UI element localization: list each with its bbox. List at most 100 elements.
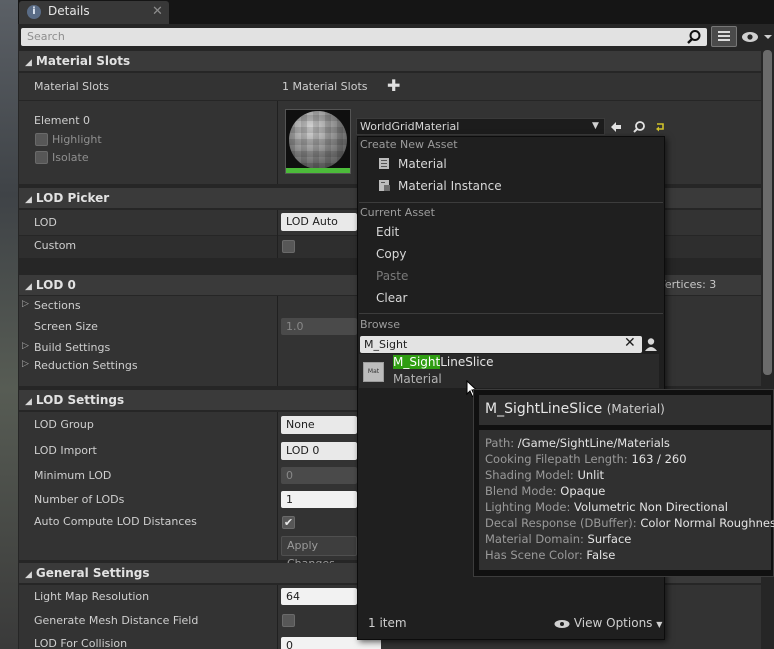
section-material-slots[interactable]: ◢ Material Slots — [19, 51, 761, 71]
light-map-res-field[interactable]: 64 — [281, 588, 357, 605]
menu-separator — [359, 313, 663, 314]
material-slots-label: Material Slots — [34, 80, 109, 93]
thumbnail-asset-color-bar — [286, 168, 350, 173]
material-instance-icon — [379, 180, 390, 191]
tooltip-line: Path: /Game/SightLine/Materials — [485, 436, 670, 450]
isolate-checkbox[interactable] — [35, 151, 48, 164]
view-options-label: View Options — [573, 616, 653, 630]
column-divider — [277, 101, 278, 184]
eye-icon — [554, 619, 570, 628]
browse-search-value: M_Sight — [364, 338, 408, 351]
tooltip-line: Shading Model: Unlit — [485, 468, 605, 482]
browse-search-input[interactable]: M_Sight — [360, 336, 642, 353]
viewport-edge — [0, 0, 18, 649]
add-icon[interactable]: ✚ — [387, 76, 400, 95]
menu-item-clear[interactable]: Clear — [376, 291, 407, 305]
num-lods-value: 1 — [286, 493, 293, 506]
highlight-checkbox[interactable] — [35, 133, 48, 146]
num-lods-label: Number of LODs — [34, 493, 125, 506]
clear-search-icon[interactable]: ✕ — [624, 335, 636, 351]
section-title: LOD Picker — [35, 191, 110, 205]
lod-combo[interactable]: LOD Auto — [281, 213, 357, 231]
lod-group-value: None — [286, 418, 315, 431]
menu-item-edit[interactable]: Edit — [376, 225, 399, 239]
selected-material: WorldGridMaterial — [360, 120, 460, 133]
expand-build-icon[interactable]: ▷ — [22, 341, 29, 351]
chevron-down-icon[interactable]: ▼ — [592, 121, 599, 131]
use-selected-arrow-icon[interactable] — [609, 120, 623, 134]
tooltip-title: M_SightLineSlice (Material) — [485, 401, 665, 417]
list-icon — [718, 31, 730, 41]
lod-import-label: LOD Import — [34, 444, 97, 457]
asset-name-match: M_Sight — [393, 355, 441, 369]
custom-checkbox[interactable] — [282, 240, 295, 253]
screen-size-value: 1.0 — [286, 320, 304, 333]
section-title: LOD 0 — [35, 278, 76, 292]
lod-import-combo[interactable]: LOD 0 — [281, 442, 357, 460]
min-lod-label: Minimum LOD — [34, 469, 112, 482]
current-asset-header: Current Asset — [360, 206, 435, 219]
chevron-down-icon: ▼ — [656, 620, 663, 629]
search-input[interactable] — [21, 28, 707, 46]
lod-group-label: LOD Group — [34, 418, 94, 431]
item-count: 1 item — [368, 616, 407, 630]
build-settings-label: Build Settings — [34, 341, 111, 354]
view-options-button[interactable]: View Options ▼ — [554, 616, 662, 630]
info-icon: i — [27, 5, 41, 19]
gen-mesh-df-checkbox[interactable] — [282, 614, 295, 627]
expand-sections-icon[interactable]: ▷ — [22, 299, 29, 309]
tab-details[interactable] — [19, 1, 169, 24]
column-divider — [277, 296, 278, 386]
column-divider — [277, 210, 278, 258]
gen-mesh-df-label: Generate Mesh Distance Field — [34, 614, 199, 627]
list-view-button[interactable] — [711, 26, 737, 47]
search-icon[interactable] — [686, 29, 702, 45]
lod-collision-label: LOD For Collision — [34, 637, 128, 649]
tooltip-line: Decal Response (DBuffer): Color Normal R… — [485, 516, 774, 530]
tooltip-line: Lighting Mode: Volumetric Non Directiona… — [485, 500, 728, 514]
material-asset-icon: Mat — [363, 362, 384, 382]
min-lod-value: 0 — [286, 469, 293, 482]
min-lod-field: 0 — [281, 467, 357, 484]
lod-group-combo[interactable]: None — [281, 416, 357, 434]
expand-reduction-icon[interactable]: ▷ — [22, 359, 29, 369]
lod-value: LOD Auto — [286, 215, 338, 228]
auto-compute-checkbox[interactable]: ✔ — [282, 516, 295, 529]
light-map-res-value: 64 — [286, 590, 300, 603]
tooltip-line: Material Domain: Surface — [485, 532, 632, 546]
menu-item-copy[interactable]: Copy — [376, 247, 406, 261]
tooltip-line: Has Scene Color: False — [485, 548, 616, 562]
element-label: Element 0 — [34, 114, 91, 127]
lod-label: LOD — [34, 216, 57, 229]
material-slots-count: 1 Material Slots — [282, 80, 368, 93]
menu-item-paste: Paste — [376, 269, 409, 283]
user-filter-icon[interactable] — [644, 337, 658, 352]
create-new-asset-header: Create New Asset — [360, 138, 458, 151]
view-options-eye-button[interactable] — [741, 29, 773, 45]
tooltip-line: Cooking Filepath Length: 163 / 260 — [485, 452, 687, 466]
section-title: Material Slots — [35, 54, 131, 68]
column-divider — [277, 412, 278, 560]
light-map-res-label: Light Map Resolution — [34, 590, 150, 603]
column-divider — [277, 585, 278, 649]
material-asset-combo[interactable]: WorldGridMaterial — [356, 118, 605, 135]
tab-title: Details — [48, 4, 90, 18]
browse-search-icon[interactable] — [632, 120, 646, 134]
search-placeholder: Search — [27, 30, 65, 43]
menu-separator — [359, 202, 663, 203]
close-icon[interactable]: ✕ — [152, 4, 163, 19]
menu-item-material-instance[interactable]: Material Instance — [398, 179, 502, 193]
lod-collision-value: 0 — [286, 639, 293, 649]
reset-to-default-icon[interactable] — [655, 121, 667, 133]
num-lods-field[interactable]: 1 — [281, 491, 357, 508]
tooltip-line: Blend Mode: Opaque — [485, 484, 606, 498]
tooltip-asset-type: (Material) — [606, 402, 665, 416]
asset-name: M_SightLineSlice — [393, 355, 494, 369]
scrollbar[interactable] — [763, 50, 772, 375]
section-title: LOD Settings — [35, 393, 125, 407]
section-title: General Settings — [35, 566, 150, 580]
asset-type: Material — [393, 372, 442, 386]
isolate-label: Isolate — [52, 151, 89, 164]
menu-item-material[interactable]: Material — [398, 157, 447, 171]
eye-icon — [742, 32, 772, 42]
